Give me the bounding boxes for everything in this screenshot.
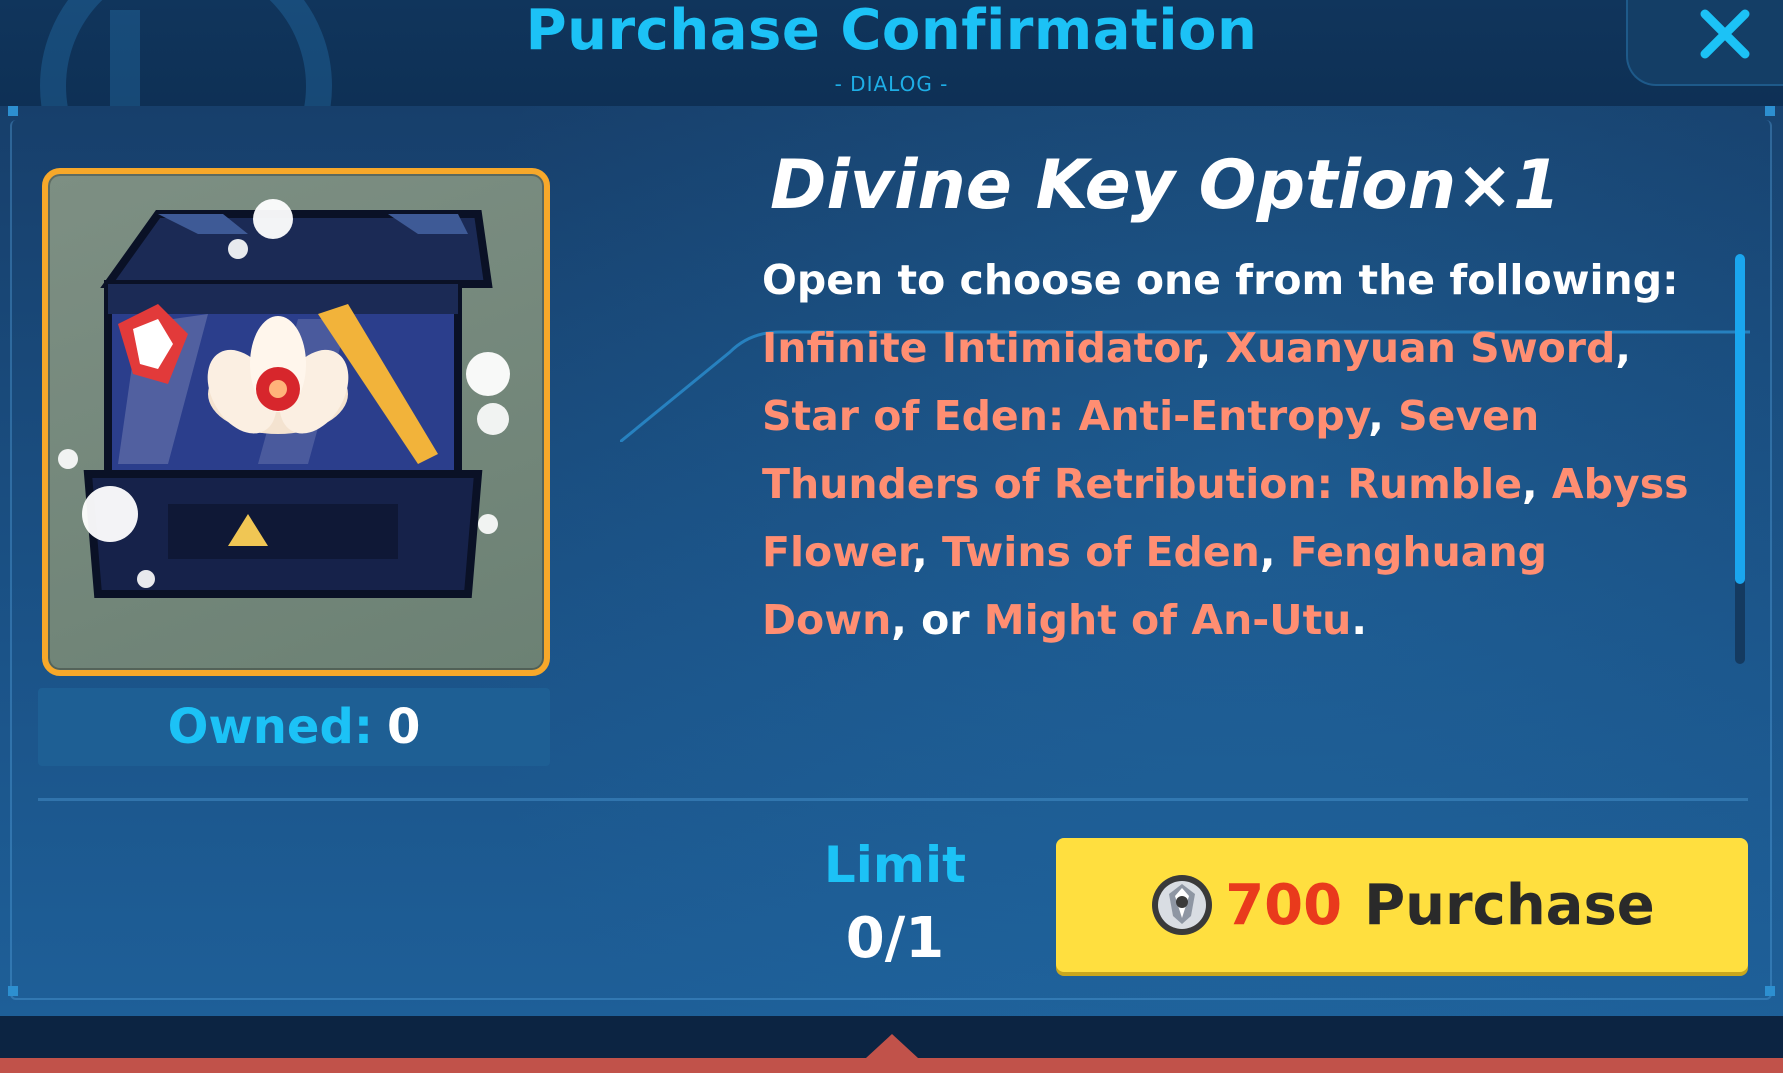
option-name: Star of Eden: Anti-Entropy [762,392,1369,440]
option-name: Might of An-Utu [983,596,1352,644]
separator: , [1615,324,1631,372]
option-name: Twins of Eden [941,528,1260,576]
description-note: If a Divine Key you own has been tuned, … [762,654,1692,666]
separator: , or [891,596,984,644]
owned-label: Owned: [167,699,374,755]
purchase-label: Purchase [1364,872,1655,938]
option-name: Infinite Intimidator [762,324,1196,372]
divider [38,798,1748,801]
close-icon[interactable] [1697,6,1753,62]
supply-box-image [58,199,510,598]
owned-count: Owned: 0 [38,688,550,766]
pointer-notch [866,1034,918,1058]
separator: , [912,528,942,576]
description-scrollbar[interactable] [1735,254,1745,664]
price: 700 [1225,872,1343,938]
bottom-bar [0,1058,1783,1073]
dialog-body: Owned: 0 Divine Key Option×1 Open to choo… [0,106,1783,1016]
crystal-icon [1152,875,1213,935]
separator: , [1195,324,1226,372]
scrollbar-thumb[interactable] [1735,254,1745,584]
dialog-subtitle: - DIALOG - [834,72,949,96]
corner-dot [1765,986,1775,996]
close-button[interactable] [1626,0,1783,86]
description-intro: Open to choose one from the following: [762,256,1679,304]
corner-dot [1765,106,1775,116]
description-options: Infinite Intimidator, Xuanyuan Sword, St… [762,314,1692,654]
owned-value: 0 [387,699,421,755]
separator: , [1259,528,1290,576]
item-image-frame [42,168,550,676]
corner-dot [8,106,18,116]
purchase-button[interactable]: 700 Purchase [1056,838,1748,972]
period: . [1351,596,1367,644]
corner-dot [8,986,18,996]
item-description[interactable]: Open to choose one from the following: I… [762,246,1692,666]
separator: , [1522,460,1552,508]
limit-label: Limit [823,836,967,894]
option-name: Xuanyuan Sword [1225,324,1616,372]
limit-value: 0/1 [845,906,945,971]
separator: , [1368,392,1399,440]
dialog-title: Purchase Confirmation [525,0,1258,63]
dialog-header: Purchase Confirmation - DIALOG - [0,0,1783,232]
